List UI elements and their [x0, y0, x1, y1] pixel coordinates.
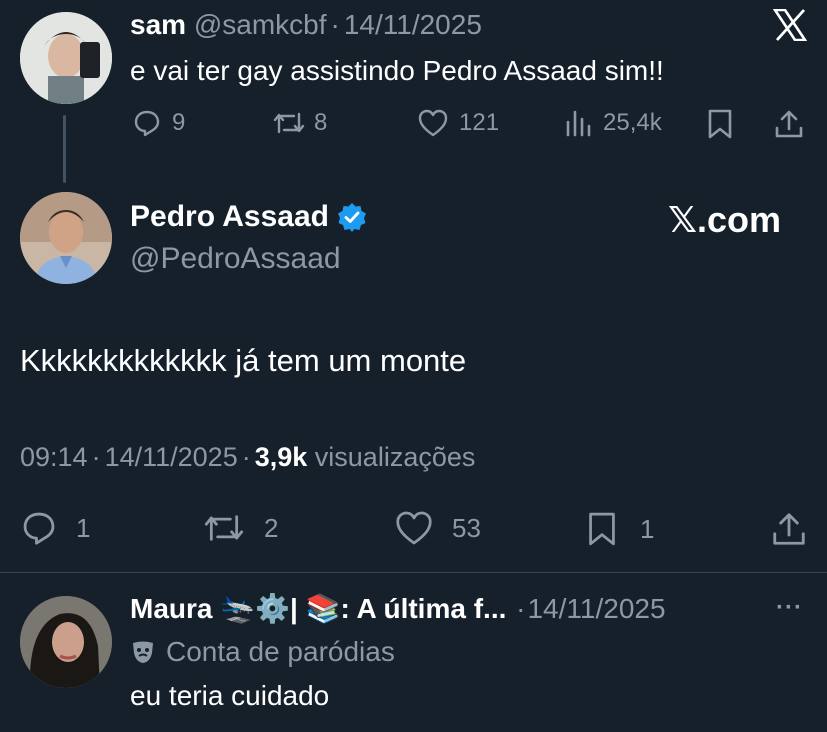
reply-tweet-text: e vai ter gay assistindo Pedro Assaad si…: [130, 55, 664, 86]
bottom-tweet-text: eu teria cuidado: [130, 680, 330, 711]
repost-count: 2: [264, 512, 279, 543]
views-count: 3,9k: [254, 442, 308, 472]
main-tweet-text: Kkkkkkkkkkkkk já tem um monte: [20, 343, 467, 378]
theater-masks-icon: [130, 639, 156, 665]
reply-tweet-header: sam @samkcbf · 14/11/2025: [130, 9, 482, 41]
avatar-sam[interactable]: [20, 12, 112, 104]
main-author-name-row: Pedro Assaad: [130, 200, 367, 234]
like-button[interactable]: 53: [394, 509, 481, 547]
heart-icon: [394, 509, 434, 547]
divider: [0, 572, 827, 573]
like-button[interactable]: 121: [417, 108, 499, 138]
repost-button[interactable]: 2: [202, 509, 278, 547]
reply-button[interactable]: 1: [20, 509, 90, 547]
parody-account-label: Conta de paródias: [130, 636, 395, 668]
verified-badge-icon: [337, 202, 367, 232]
tweet-date[interactable]: 14/11/2025: [105, 442, 238, 472]
avatar-maura[interactable]: [20, 596, 112, 688]
bottom-tweet-header: Maura 🛬⚙️| 📚: A última f... ·14/11/2025: [130, 592, 666, 625]
avatar-pedro[interactable]: [20, 192, 112, 284]
reply-icon: [20, 509, 58, 547]
share-icon: [773, 513, 805, 545]
views-icon: [563, 108, 593, 138]
separator-dot: ·: [241, 442, 251, 472]
author-name[interactable]: Maura 🛬⚙️| 📚: A última f...: [130, 593, 506, 624]
bookmark-icon: [586, 509, 618, 549]
views-label: visualizações: [314, 442, 476, 472]
share-button[interactable]: [770, 509, 808, 549]
like-count: 53: [452, 512, 481, 543]
bookmark-button[interactable]: [706, 108, 734, 140]
parody-label-text: Conta de paródias: [166, 636, 395, 667]
more-options-button[interactable]: ···: [776, 594, 803, 622]
author-handle[interactable]: @PedroAssaad: [130, 242, 341, 276]
views-count: 25,4k: [603, 109, 662, 136]
bookmark-count: 1: [640, 513, 655, 544]
thread-line: [63, 115, 66, 183]
views-button[interactable]: 25,4k: [563, 108, 662, 138]
tweet-date[interactable]: 14/11/2025: [344, 9, 482, 40]
like-count: 121: [459, 109, 500, 136]
share-button[interactable]: [773, 108, 805, 140]
separator-dot: ·: [330, 9, 340, 40]
separator-dot: ·: [516, 593, 526, 624]
bookmark-icon: [708, 109, 732, 139]
tweet-meta: 09:14 · 14/11/2025 · 3,9k visualizações: [20, 442, 475, 473]
author-name[interactable]: sam: [130, 9, 186, 40]
separator-dot: ·: [91, 442, 101, 472]
reply-count: 1: [76, 512, 91, 543]
reply-button[interactable]: 9: [132, 108, 185, 138]
tweet-time[interactable]: 09:14: [20, 442, 88, 472]
reply-count: 9: [172, 109, 186, 136]
heart-icon: [417, 108, 449, 138]
author-name[interactable]: Pedro Assaad: [130, 200, 329, 234]
author-handle[interactable]: @samkcbf: [194, 9, 327, 40]
x-logo-icon: [773, 9, 807, 41]
share-icon: [775, 110, 803, 138]
repost-count: 8: [314, 109, 328, 136]
repost-icon: [202, 509, 246, 547]
x-com-watermark: 𝕏.com: [668, 199, 782, 240]
tweet-date[interactable]: 14/11/2025: [527, 593, 665, 624]
repost-button[interactable]: 8: [272, 108, 327, 138]
reply-icon: [132, 108, 162, 138]
repost-icon: [272, 108, 306, 138]
bookmark-button[interactable]: 1: [586, 509, 654, 549]
